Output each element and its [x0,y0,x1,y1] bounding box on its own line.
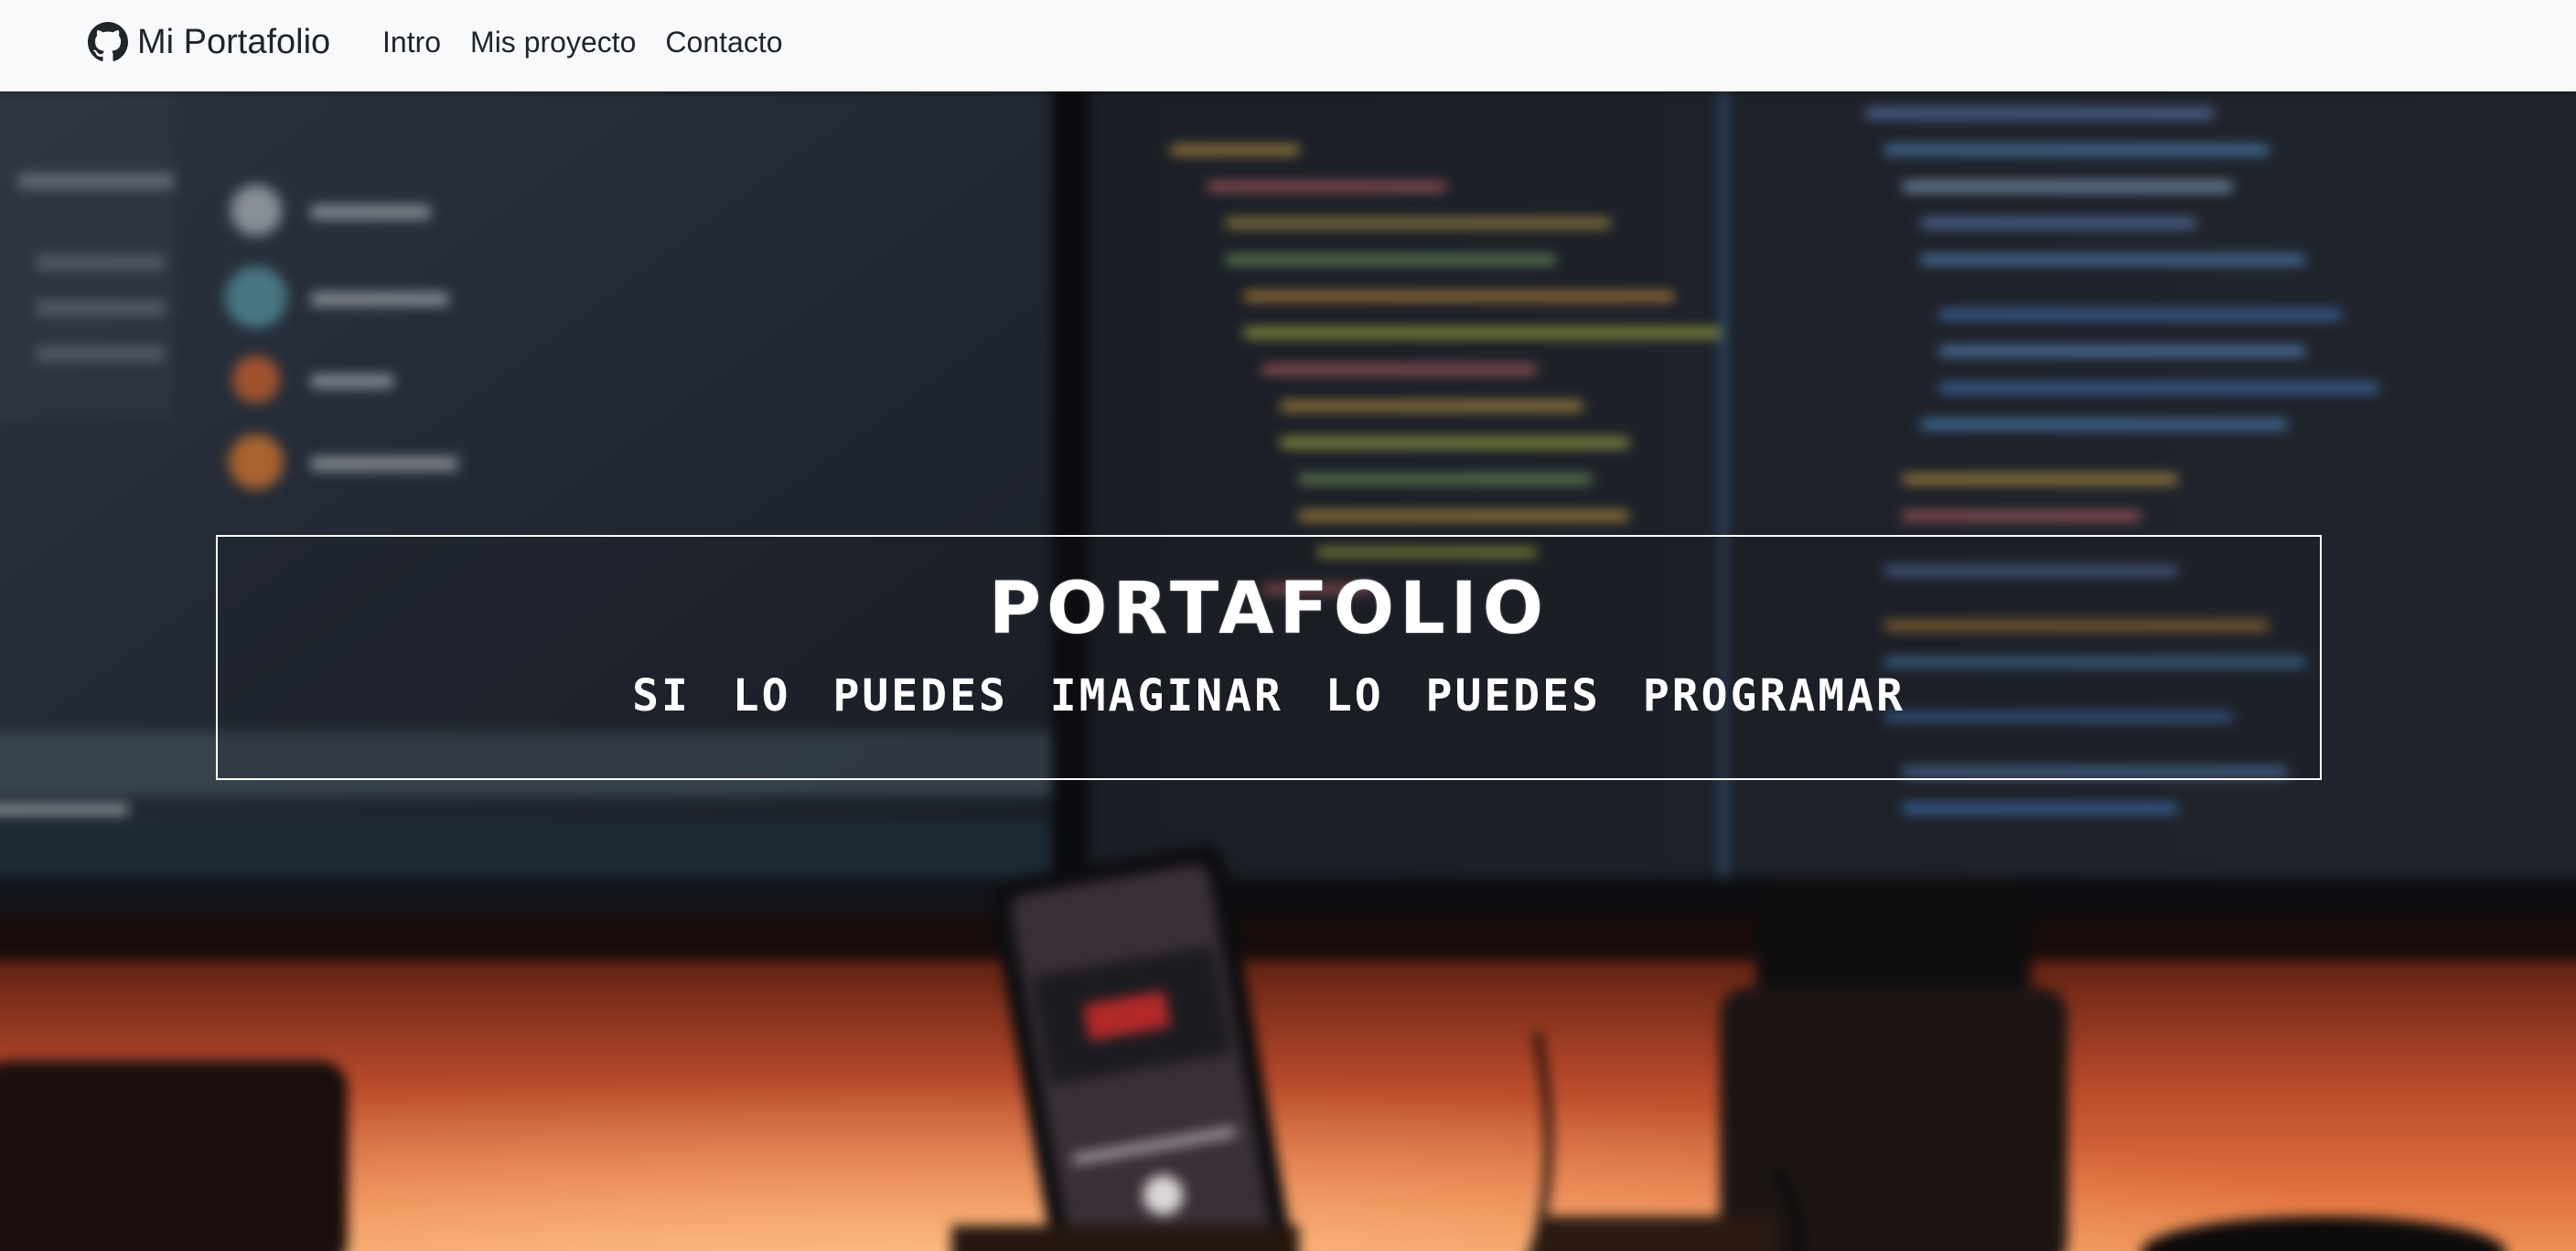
nav-link-contact[interactable]: Contacto [665,26,782,59]
nav-link-projects[interactable]: Mis proyecto [470,26,636,59]
nav-links: Intro Mis proyecto Contacto [382,20,812,64]
brand-label: Mi Portafolio [137,22,331,61]
github-icon [88,22,128,62]
brand-link[interactable]: Mi Portafolio [88,16,330,68]
top-navbar: Mi Portafolio Intro Mis proyecto Contact… [0,0,2576,91]
hero-subtitle: SI LO PUEDES IMAGINAR LO PUEDES PROGRAMA… [632,670,1905,722]
hero-banner: PORTAFOLIO SI LO PUEDES IMAGINAR LO PUED… [216,535,2322,780]
nav-link-intro[interactable]: Intro [382,26,441,59]
hero-section: PORTAFOLIO SI LO PUEDES IMAGINAR LO PUED… [0,91,2576,1251]
hero-title: PORTAFOLIO [988,568,1550,650]
